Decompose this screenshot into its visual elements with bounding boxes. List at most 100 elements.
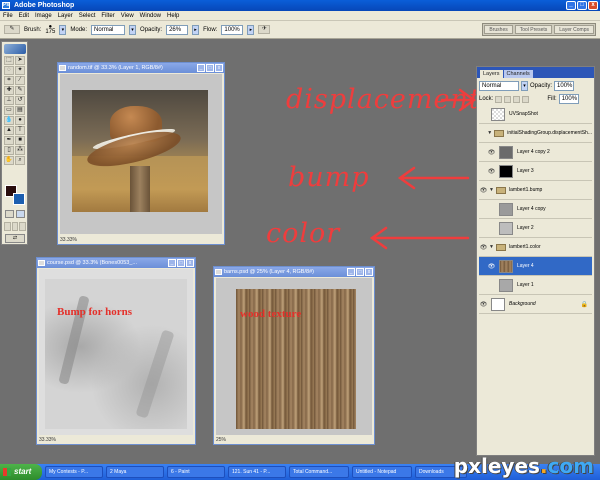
- taskbar-item-paint[interactable]: 6 - Paint: [167, 466, 225, 478]
- layer-row-layer-4-copy-2[interactable]: 👁 Layer 4 copy 2: [479, 143, 592, 162]
- hand-tool-icon[interactable]: ✋: [4, 156, 14, 165]
- menu-view[interactable]: View: [121, 13, 134, 19]
- taskbar-item-photoshop[interactable]: 121. Sun 41 - P...: [228, 466, 286, 478]
- layer-row-layer-4-selected[interactable]: 👁 Layer 4: [479, 257, 592, 276]
- flow-input[interactable]: 100%: [221, 24, 244, 35]
- slice-tool-icon[interactable]: ⁄: [15, 76, 25, 85]
- eye-icon[interactable]: 👁: [479, 244, 488, 251]
- fill-input[interactable]: 100%: [558, 94, 579, 104]
- chevron-down-icon[interactable]: ▾: [521, 81, 528, 91]
- magic-wand-icon[interactable]: ✦: [15, 66, 25, 75]
- lock-brush-icon[interactable]: [504, 95, 512, 103]
- eye-icon[interactable]: 👁: [479, 301, 488, 308]
- shape-tool-icon[interactable]: ■: [15, 136, 25, 145]
- type-tool-icon[interactable]: T: [15, 126, 25, 135]
- taskbar-item-total-commander[interactable]: Total Command...: [289, 466, 349, 478]
- maximize-button[interactable]: □: [206, 64, 214, 72]
- layer-row-layer-1[interactable]: Layer 1: [479, 276, 592, 295]
- background-color-swatch[interactable]: [13, 193, 25, 205]
- screen-mode-full-icon[interactable]: [19, 222, 27, 231]
- stamp-tool-icon[interactable]: ⊥: [4, 96, 14, 105]
- zoom-level[interactable]: 25%: [216, 437, 226, 443]
- document-window-barns[interactable]: barns.psd @ 25% (Layer 4, RGB/8#) _ □ x …: [213, 266, 375, 445]
- chevron-right-icon[interactable]: ▸: [247, 24, 255, 35]
- tab-channels[interactable]: Channels: [503, 70, 533, 78]
- layer-group-bump[interactable]: 👁 ▼ lambert1.bump: [479, 181, 592, 200]
- marquee-tool-icon[interactable]: ⬚: [4, 56, 14, 65]
- move-tool-icon[interactable]: ➤: [15, 56, 25, 65]
- crop-tool-icon[interactable]: ⌗: [4, 76, 14, 85]
- mode-select[interactable]: Normal: [91, 24, 126, 35]
- layer-opacity-input[interactable]: 100%: [554, 81, 575, 91]
- maximize-button[interactable]: □: [356, 268, 364, 276]
- well-brushes[interactable]: Brushes: [484, 25, 513, 34]
- lock-move-icon[interactable]: [513, 95, 521, 103]
- pen-tool-icon[interactable]: ✒: [4, 136, 14, 145]
- eye-icon[interactable]: 👁: [487, 263, 496, 270]
- menu-image[interactable]: Image: [35, 13, 52, 19]
- eraser-tool-icon[interactable]: ▭: [4, 106, 14, 115]
- taskbar-item-notepad[interactable]: Untitled - Notepad: [352, 466, 412, 478]
- quick-mask-icon[interactable]: [16, 210, 25, 218]
- menu-edit[interactable]: Edit: [19, 13, 29, 19]
- eye-icon[interactable]: 👁: [487, 149, 496, 156]
- document-title-bar[interactable]: barns.psd @ 25% (Layer 4, RGB/8#) _ □ x: [214, 267, 374, 277]
- document-window-course[interactable]: course.psd @ 33.3% (Bones0053_... _ □ x …: [36, 257, 196, 445]
- lasso-tool-icon[interactable]: ◌: [4, 66, 14, 75]
- brush-tool-preset-icon[interactable]: ✎: [4, 25, 20, 34]
- minimize-button[interactable]: _: [168, 259, 176, 267]
- gradient-tool-icon[interactable]: ▤: [15, 106, 25, 115]
- notes-tool-icon[interactable]: ▯: [4, 146, 14, 155]
- lock-transparency-icon[interactable]: [495, 95, 503, 103]
- dodge-tool-icon[interactable]: ●: [15, 116, 25, 125]
- layer-row-background[interactable]: 👁 Background 🔒: [479, 295, 592, 314]
- eye-icon[interactable]: 👁: [487, 168, 496, 175]
- minimize-button[interactable]: _: [197, 64, 205, 72]
- layer-row-layer-2[interactable]: Layer 2: [479, 219, 592, 238]
- minimize-button[interactable]: _: [566, 1, 576, 10]
- layer-group-color[interactable]: 👁 ▼ lambert1.color: [479, 238, 592, 257]
- path-select-icon[interactable]: ▲: [4, 126, 14, 135]
- zoom-level[interactable]: 33.33%: [60, 237, 77, 243]
- start-button[interactable]: start: [0, 464, 42, 480]
- brush-picker[interactable]: ● 175: [45, 24, 55, 35]
- taskbar-item-maya[interactable]: 2 Maya: [106, 466, 164, 478]
- close-button[interactable]: x: [215, 64, 223, 72]
- close-button[interactable]: x: [365, 268, 373, 276]
- document-title-bar[interactable]: course.psd @ 33.3% (Bones0053_... _ □ x: [37, 258, 195, 268]
- minimize-button[interactable]: _: [347, 268, 355, 276]
- well-tool-presets[interactable]: Tool Presets: [514, 25, 553, 34]
- chevron-down-icon[interactable]: ▼: [489, 244, 494, 250]
- zoom-level[interactable]: 33.33%: [39, 437, 56, 443]
- document-window-random[interactable]: random.tif @ 33.3% (Layer 1, RGB/8#) _ □…: [57, 62, 225, 245]
- screen-mode-standard-icon[interactable]: [4, 222, 11, 231]
- menu-window[interactable]: Window: [140, 13, 161, 19]
- imageready-jump-icon[interactable]: ⇄: [5, 234, 25, 243]
- chevron-right-icon[interactable]: ▸: [192, 24, 200, 35]
- lock-all-icon[interactable]: [522, 95, 530, 103]
- screen-mode-full-menu-icon[interactable]: [11, 222, 19, 231]
- chevron-down-icon[interactable]: ▼: [489, 187, 494, 193]
- layer-row-uvsnapshot[interactable]: UVSnapShot: [479, 105, 592, 124]
- chevron-down-icon[interactable]: ▼: [487, 130, 492, 136]
- close-button[interactable]: x: [186, 259, 194, 267]
- menu-filter[interactable]: Filter: [101, 13, 114, 19]
- layer-row-layer-4-copy[interactable]: Layer 4 copy: [479, 200, 592, 219]
- eyedropper-tool-icon[interactable]: ⁂: [15, 146, 25, 155]
- maximize-button[interactable]: □: [577, 1, 587, 10]
- chevron-down-icon[interactable]: ▾: [129, 24, 137, 35]
- airbrush-icon[interactable]: ✈: [258, 25, 271, 34]
- menu-select[interactable]: Select: [79, 13, 96, 19]
- standard-mode-icon[interactable]: [5, 210, 14, 218]
- blend-mode-select[interactable]: Normal: [479, 81, 519, 91]
- layer-group-displacement[interactable]: ▼ initialShadingGroup.displacementSh...: [479, 124, 592, 143]
- chevron-down-icon[interactable]: ▾: [59, 24, 67, 35]
- healing-brush-icon[interactable]: ✚: [4, 86, 14, 95]
- brush-tool-icon[interactable]: ✎: [15, 86, 25, 95]
- layer-row-layer-3[interactable]: 👁 Layer 3: [479, 162, 592, 181]
- eye-icon[interactable]: 👁: [479, 187, 488, 194]
- well-layer-comps[interactable]: Layer Comps: [554, 25, 594, 34]
- menu-layer[interactable]: Layer: [58, 13, 73, 19]
- close-button[interactable]: x: [588, 1, 598, 10]
- menu-file[interactable]: File: [3, 13, 13, 19]
